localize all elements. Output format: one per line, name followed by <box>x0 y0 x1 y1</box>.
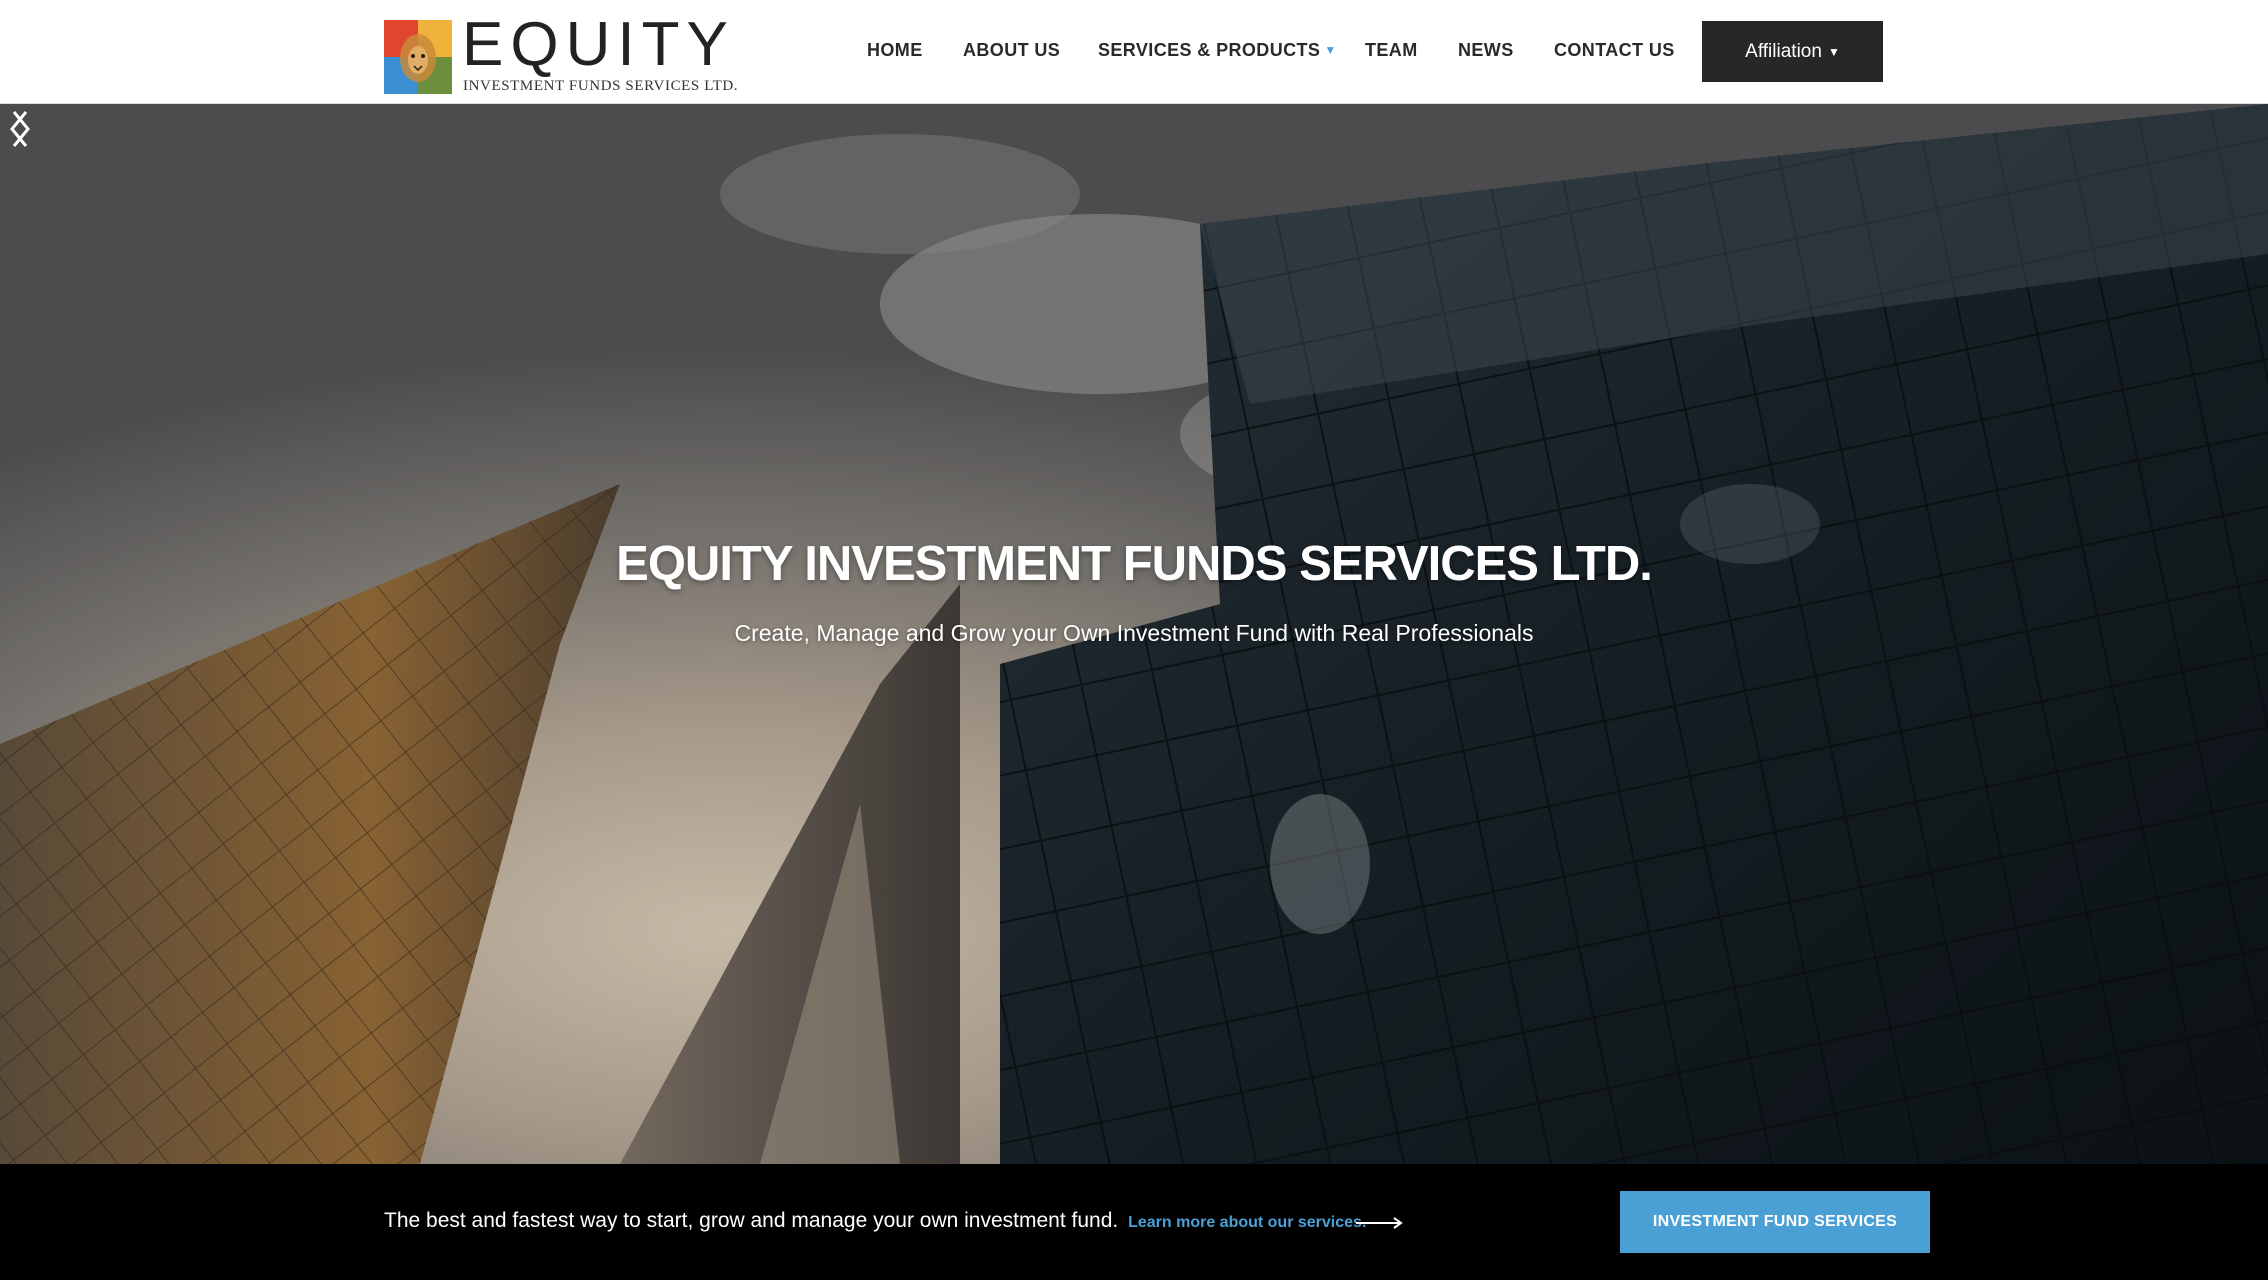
caret-down-icon: ▼ <box>1324 43 1337 57</box>
hero-slider: EQUITY INVESTMENT FUNDS SERVICES LTD. Cr… <box>0 104 2268 1164</box>
investment-fund-services-button[interactable]: INVESTMENT FUND SERVICES <box>1620 1191 1930 1253</box>
chevron-right-icon[interactable] <box>0 104 40 154</box>
nav-services-products[interactable]: SERVICES & PRODUCTS ▼ <box>1098 40 1337 61</box>
nav-home[interactable]: HOME <box>867 40 923 61</box>
site-header: EQUITY INVESTMENT FUNDS SERVICES LTD. HO… <box>0 0 2268 104</box>
learn-more-link[interactable]: Learn more about our services. <box>1128 1214 1366 1231</box>
nav-news[interactable]: NEWS <box>1458 40 1514 61</box>
main-nav: HOME ABOUT US SERVICES & PRODUCTS ▼ TEAM … <box>0 0 2268 104</box>
banner-text-block: The best and fastest way to start, grow … <box>384 1209 1366 1233</box>
caret-down-icon: ▼ <box>1827 44 1840 59</box>
hero-subtitle: Create, Manage and Grow your Own Investm… <box>734 620 1534 646</box>
affiliation-dropdown-button[interactable]: Affiliation ▼ <box>1702 21 1883 82</box>
nav-contact-us[interactable]: CONTACT US <box>1554 40 1675 61</box>
banner-text: The best and fastest way to start, grow … <box>384 1209 1119 1232</box>
hero-title: EQUITY INVESTMENT FUNDS SERVICES LTD. <box>616 537 1653 591</box>
affiliation-label: Affiliation <box>1745 40 1822 62</box>
nav-about-us[interactable]: ABOUT US <box>963 40 1060 61</box>
arrow-right-icon <box>1356 1217 1403 1229</box>
nav-services-products-label: SERVICES & PRODUCTS <box>1098 40 1321 60</box>
nav-team[interactable]: TEAM <box>1365 40 1418 61</box>
services-banner: The best and fastest way to start, grow … <box>0 1164 2268 1280</box>
